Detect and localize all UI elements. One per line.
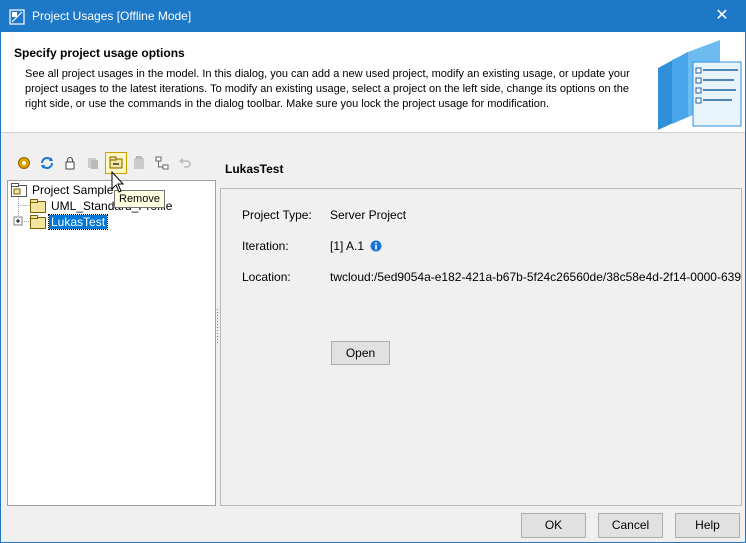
header-description: See all project usages in the model. In … — [25, 68, 630, 110]
help-button[interactable]: Help — [675, 513, 740, 538]
window-title: Project Usages [Offline Mode] — [32, 9, 192, 23]
usage-details-panel: LukasTest Project Type: Server Project I… — [220, 145, 742, 506]
detail-properties: Project Type: Server Project Iteration: … — [220, 188, 742, 506]
splitter-handle[interactable] — [216, 309, 219, 345]
project-tree[interactable]: Project Sample UML_Standard_Profile Luka… — [7, 180, 216, 506]
open-button[interactable]: Open — [331, 341, 390, 365]
gear-icon[interactable] — [13, 152, 35, 174]
tree-item-label: LukasTest — [47, 214, 109, 230]
info-icon[interactable] — [370, 240, 382, 252]
folder-icon — [30, 199, 46, 213]
copy-icon[interactable] — [82, 152, 104, 174]
mouse-cursor-icon — [111, 171, 125, 193]
iteration-value-row: [1] A.1 — [330, 239, 382, 253]
tree-item-project-sample[interactable]: Project Sample — [11, 182, 115, 198]
close-button[interactable]: ✕ — [699, 1, 745, 32]
iteration-label: Iteration: — [242, 239, 289, 253]
refresh-icon[interactable] — [36, 152, 58, 174]
app-icon — [9, 9, 25, 25]
project-folder-icon — [11, 183, 27, 197]
ok-button[interactable]: OK — [521, 513, 586, 538]
diagram-icon[interactable] — [151, 152, 173, 174]
iteration-value: [1] A.1 — [330, 239, 365, 253]
folder-icon — [30, 215, 46, 229]
paste-icon[interactable] — [128, 152, 150, 174]
detail-title: LukasTest — [225, 162, 284, 176]
lock-icon[interactable] — [59, 152, 81, 174]
project-usages-dialog: Project Usages [Offline Mode] ✕ Specify … — [0, 0, 746, 543]
location-value: twcloud:/5ed9054a-e182-421a-b67b-5f24c26… — [330, 270, 741, 284]
tree-item-lukastest[interactable]: LukasTest — [30, 214, 109, 230]
project-type-label: Project Type: — [242, 208, 312, 222]
cancel-button[interactable]: Cancel — [598, 513, 663, 538]
header-illustration-icon — [658, 40, 742, 130]
header-title: Specify project usage options — [14, 46, 185, 60]
tree-item-label: Project Sample — [32, 183, 114, 197]
project-type-value: Server Project — [330, 208, 407, 222]
undo-icon[interactable] — [174, 152, 196, 174]
location-label: Location: — [242, 270, 291, 284]
header-panel: Specify project usage options See all pr… — [1, 32, 745, 133]
title-bar[interactable]: Project Usages [Offline Mode] ✕ — [1, 1, 745, 32]
